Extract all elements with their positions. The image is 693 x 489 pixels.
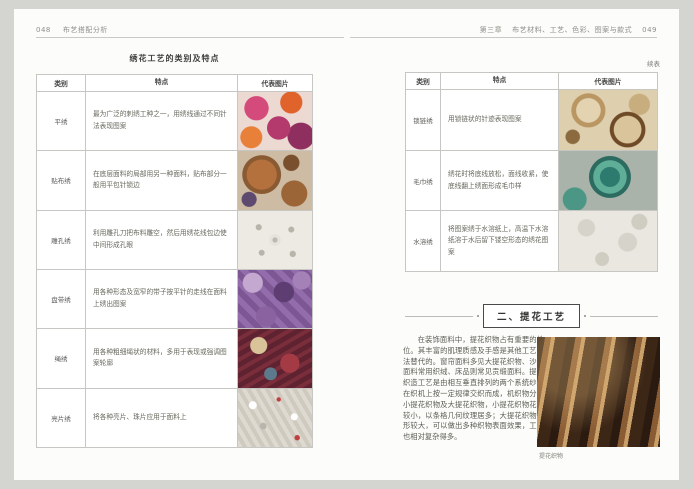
heading-rule-left [405,316,473,317]
left-header-title: 布艺搭配分析 [63,25,108,35]
feature-cell: 用各种粗细绳状的材料，多用于表现或强调图案轮廓 [85,329,237,387]
cutwork-embroidery-photo [238,211,312,269]
category-cell: 亮片绣 [37,389,85,447]
category-cell: 水溶绣 [406,211,440,271]
photo-cell [237,92,312,150]
table-row: 亮片绣 将各种亮片、珠片应用于面料上 [37,388,312,447]
column-header-feature: 特点 [440,73,558,89]
column-header-feature: 特点 [85,75,237,91]
photo-cell [237,211,312,269]
table-row: 贴布绣 在底层面料的局部用另一种面料，贴布部分一般用平包针锁边 [37,150,312,209]
heading-dot-left [477,315,479,317]
feature-cell: 绣花时将底线放松，面线收紧，使底线翻上绣面形成毛巾样 [440,151,558,211]
sequin-embroidery-photo [238,389,312,447]
watersoluble-embroidery-photo [559,211,657,271]
column-header-category: 类别 [37,75,85,91]
right-page-number: 049 [642,26,657,34]
section-heading: 二、提花工艺 [483,304,580,328]
feature-cell: 将图案绣于水溶纸上，高温下水溶纸溶于水后留下镂空形态的绣花图案 [440,211,558,271]
embroidery-table-right: 类别 特点 代表图片 锁链绣 用锁链状的针迹表现图案 毛巾绣 绣花时将底线放松，… [405,72,658,272]
table-row: 锁链绣 用锁链状的针迹表现图案 [406,89,657,150]
category-cell: 锁链绣 [406,90,440,150]
column-header-category: 类别 [406,73,440,89]
flat-embroidery-photo [238,92,312,150]
feature-cell: 最为广泛的刺绣工种之一，用绣线通过不同针法表现图案 [85,92,237,150]
photo-cell [237,270,312,328]
heading-rule-right [590,316,658,317]
photo-cell [558,151,657,211]
feature-cell: 用锁链状的针迹表现图案 [440,90,558,150]
section-paragraph: 在装饰面料中，提花织物占有重要的地位。其丰富的肌理质感及手感是其他工艺无法替代的… [403,335,544,443]
left-running-header: 048 布艺搭配分析 [36,25,108,35]
category-cell: 平绣 [37,92,85,150]
feature-cell: 利用雕孔刀把布料雕空，然后用绣花线包边使中间形成孔眼 [85,211,237,269]
table-row: 盘带绣 用各种形态及宽窄的带子按平针的走线在面料上绣出图案 [37,269,312,328]
table-header-row: 类别 特点 代表图片 [37,75,312,91]
column-header-image: 代表图片 [558,73,657,89]
ribbon-embroidery-photo [238,270,312,328]
embroidery-table-left: 类别 特点 代表图片 平绣 最为广泛的刺绣工种之一，用绣线通过不同针法表现图案 … [36,74,313,448]
chapter-label: 第三章 [480,25,503,35]
table-row: 雕孔绣 利用雕孔刀把布料雕空，然后用绣花线包边使中间形成孔眼 [37,210,312,269]
table-row: 水溶绣 将图案绣于水溶纸上，高温下水溶纸溶于水后留下镂空形态的绣花图案 [406,210,657,271]
table-row: 绳绣 用各种粗细绳状的材料，多用于表现或强调图案轮廓 [37,328,312,387]
photo-cell [558,211,657,271]
continued-table-label: 续表 [405,58,660,68]
category-cell: 毛巾绣 [406,151,440,211]
photo-cell [558,90,657,150]
photo-cell [237,329,312,387]
chain-stitch-embroidery-photo [559,90,657,150]
photo-cell [237,389,312,447]
photo-cell [237,151,312,209]
left-header-rule [36,37,344,38]
category-cell: 绳绣 [37,329,85,387]
right-header-title: 布艺材料、工艺、色彩、图案与款式 [512,25,632,35]
right-running-header: 第三章 布艺材料、工艺、色彩、图案与款式 049 [480,25,657,35]
table-title: 绣花工艺的类别及特点 [36,53,313,64]
book-spread: 048 布艺搭配分析 第三章 布艺材料、工艺、色彩、图案与款式 049 绣花工艺… [14,9,679,480]
towel-stitch-embroidery-photo [559,151,657,211]
feature-cell: 在底层面料的局部用另一种面料，贴布部分一般用平包针锁边 [85,151,237,209]
left-page-number: 048 [36,26,51,34]
applique-embroidery-photo [238,151,312,209]
jacquard-fabric-photo [537,337,660,447]
feature-cell: 将各种亮片、珠片应用于面料上 [85,389,237,447]
column-header-image: 代表图片 [237,75,312,91]
section-heading-band: 二、提花工艺 [405,304,658,328]
photo-caption: 提花织物 [539,451,563,460]
category-cell: 盘带绣 [37,270,85,328]
table-row: 平绣 最为广泛的刺绣工种之一，用绣线通过不同针法表现图案 [37,91,312,150]
heading-dot-right [584,315,586,317]
table-row: 毛巾绣 绣花时将底线放松，面线收紧，使底线翻上绣面形成毛巾样 [406,150,657,211]
cord-embroidery-photo [238,329,312,387]
feature-cell: 用各种形态及宽窄的带子按平针的走线在面料上绣出图案 [85,270,237,328]
category-cell: 雕孔绣 [37,211,85,269]
table-header-row: 类别 特点 代表图片 [406,73,657,89]
right-header-rule [350,37,657,38]
category-cell: 贴布绣 [37,151,85,209]
